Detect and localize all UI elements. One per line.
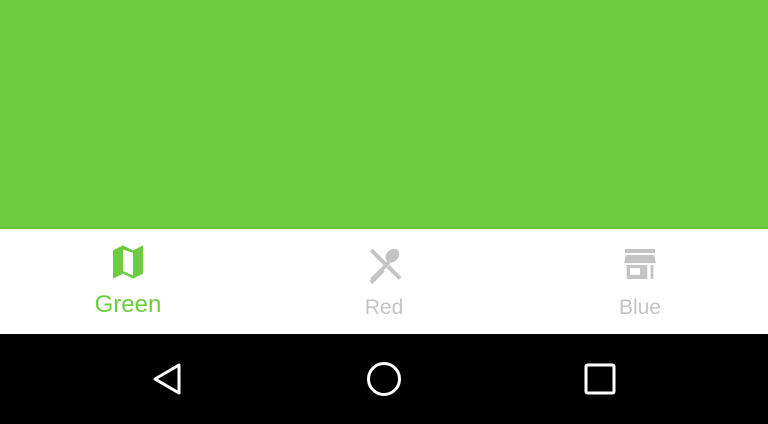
recents-icon bbox=[582, 361, 618, 397]
tab-red[interactable]: Red bbox=[256, 229, 512, 334]
map-icon bbox=[108, 242, 148, 282]
restaurant-icon bbox=[364, 244, 404, 284]
tab-blue-label: Blue bbox=[618, 296, 662, 319]
store-icon bbox=[620, 244, 660, 284]
tab-red-label: Red bbox=[364, 296, 404, 319]
home-button[interactable] bbox=[366, 361, 402, 397]
recents-button[interactable] bbox=[582, 361, 618, 397]
tab-blue[interactable]: Blue bbox=[512, 229, 768, 334]
back-button[interactable] bbox=[150, 361, 186, 397]
bottom-navigation: Green Red Blue bbox=[0, 229, 768, 334]
home-icon bbox=[366, 361, 402, 397]
back-icon bbox=[150, 361, 186, 397]
system-navigation-bar bbox=[0, 334, 768, 424]
content-area bbox=[0, 0, 768, 229]
tab-green[interactable]: Green bbox=[0, 229, 256, 334]
tab-green-label: Green bbox=[94, 291, 162, 318]
